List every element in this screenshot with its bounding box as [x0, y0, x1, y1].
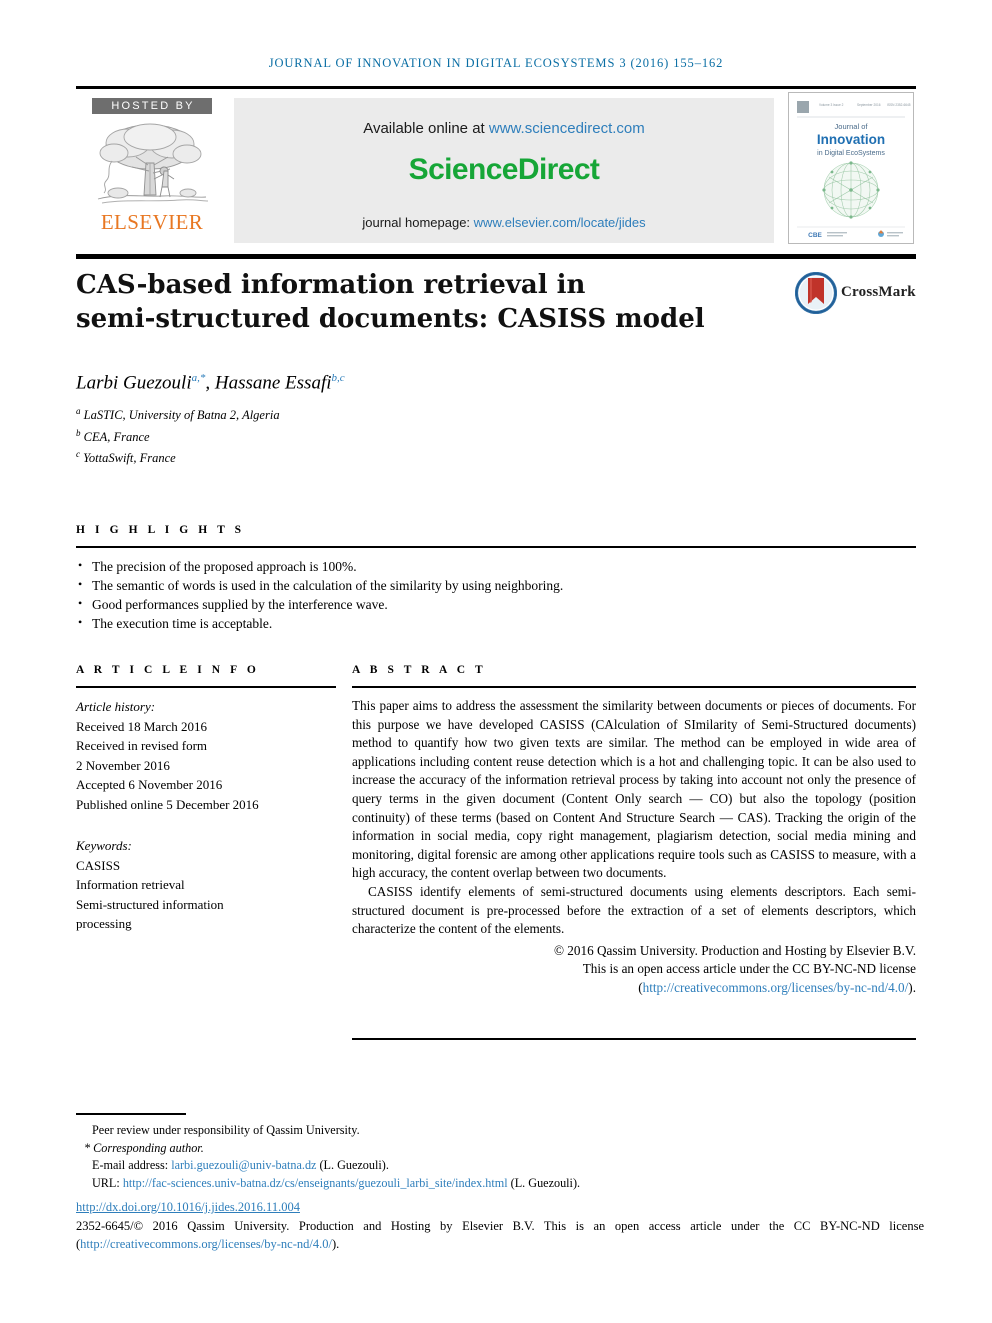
url-suffix: (L. Guezouli).	[507, 1175, 581, 1190]
sciencedirect-banner: Available online at www.sciencedirect.co…	[234, 98, 774, 243]
crossmark-label: CrossMark	[841, 284, 916, 300]
paper-page: JOURNAL OF INNOVATION IN DIGITAL ECOSYST…	[0, 0, 992, 1323]
highlights-heading: H I G H L I G H T S	[76, 524, 245, 536]
page-title: CAS-based information retrieval in semi-…	[76, 268, 716, 336]
url-note: URL: http://fac-sciences.univ-batna.dz/c…	[76, 1175, 876, 1193]
doi-link[interactable]: http://dx.doi.org/10.1016/j.jides.2016.1…	[76, 1200, 300, 1215]
footnote-rule	[76, 1113, 186, 1115]
abstract-bottom-rule	[352, 1038, 916, 1040]
history-item: Published online 5 December 2016	[76, 796, 259, 812]
footer-cc-link[interactable]: http://creativecommons.org/licenses/by-n…	[80, 1237, 332, 1251]
history-item: Accepted 6 November 2016	[76, 777, 223, 792]
list-item: The semantic of words is used in the cal…	[76, 575, 916, 595]
highlights-section: H I G H L I G H T S The precision of the…	[76, 524, 916, 633]
corresponding-author-note: * Corresponding author.	[84, 1140, 204, 1155]
list-item: The execution time is acceptable.	[76, 613, 916, 633]
keyword-item: CASISS	[76, 857, 121, 873]
history-item: 2 November 2016	[76, 757, 170, 773]
elsevier-logo-block: HOSTED BY ELSEVIER	[86, 98, 218, 244]
copyright-line: © 2016 Qassim University. Production and…	[553, 942, 916, 958]
svg-text:Journal of: Journal of	[835, 122, 869, 131]
article-history-block: Article history: Received 18 March 2016 …	[76, 697, 336, 814]
masthead-bottom-rule	[76, 254, 916, 259]
journal-homepage-label: journal homepage:	[362, 215, 474, 230]
highlights-rule	[76, 546, 916, 548]
author-url-link[interactable]: http://fac-sciences.univ-batna.dz/cs/ens…	[123, 1176, 508, 1190]
article-info-section: A R T I C L E I N F O Article history: R…	[76, 664, 336, 934]
footnotes: Peer review under responsibility of Qass…	[76, 1122, 876, 1192]
keyword-item: processing	[76, 916, 132, 931]
svg-text:Innovation: Innovation	[817, 132, 885, 147]
cc-license-link[interactable]: http://creativecommons.org/licenses/by-n…	[643, 980, 909, 995]
journal-cover-thumbnail[interactable]: Volume 3 Issue 2 September 2016 ISSN 235…	[788, 92, 914, 244]
affiliation-item: a LaSTIC, University of Batna 2, Algeria	[76, 403, 716, 425]
affiliation-marker: b	[76, 427, 81, 438]
history-item: Received in revised form	[76, 738, 208, 753]
email-note: E-mail address: larbi.guezouli@univ-batn…	[76, 1157, 876, 1175]
journal-homepage-link[interactable]: www.elsevier.com/locate/jides	[474, 215, 646, 230]
svg-text:September 2016: September 2016	[857, 103, 881, 107]
highlights-list: The precision of the proposed approach i…	[76, 556, 916, 633]
footer-license: 2352-6645/© 2016 Qassim University. Prod…	[76, 1218, 924, 1253]
crossmark-badge[interactable]: CrossMark	[794, 271, 925, 318]
affiliation-marker: c	[76, 449, 80, 460]
keywords-block: Keywords: CASISS Information retrieval S…	[76, 836, 336, 934]
license-suffix: ).	[331, 1236, 340, 1251]
masthead: HOSTED BY ELSEVIER Available online at w…	[76, 92, 916, 244]
affiliation-list: a LaSTIC, University of Batna 2, Algeria…	[76, 403, 716, 468]
title-line-2: semi-structured documents: CASISS model	[76, 304, 705, 334]
article-info-rule	[76, 686, 336, 688]
abstract-paragraph: CASISS identify elements of semi-structu…	[352, 883, 916, 937]
email-label: E-mail address:	[92, 1158, 172, 1172]
elsevier-tree-icon	[92, 117, 212, 212]
affiliation-text: CEA, France	[83, 429, 150, 444]
crossmark-icon	[794, 271, 838, 315]
affiliation-marker: a	[76, 406, 81, 416]
svg-text:in Digital EcoSystems: in Digital EcoSystems	[817, 150, 885, 157]
svg-text:ISSN 2352-6645: ISSN 2352-6645	[887, 103, 911, 107]
abstract-body: This paper aims to address the assessmen…	[352, 697, 916, 939]
license-link-line: (http://creativecommons.org/licenses/by-…	[352, 979, 916, 998]
abstract-copyright: © 2016 Qassim University. Production and…	[352, 942, 916, 998]
journal-homepage-line: journal homepage: www.elsevier.com/locat…	[234, 215, 774, 230]
title-line-1: CAS-based information retrieval in	[76, 270, 586, 300]
running-head: JOURNAL OF INNOVATION IN DIGITAL ECOSYST…	[268, 56, 724, 70]
paren-close: ).	[908, 979, 916, 995]
available-online-label: Available online at	[363, 120, 489, 137]
header-rule	[76, 86, 916, 89]
sciencedirect-wordmark: ScienceDirect	[408, 153, 600, 186]
abstract-paragraph: This paper aims to address the assessmen…	[352, 698, 916, 881]
license-line: This is an open access article under the…	[582, 961, 916, 977]
abstract-rule	[352, 686, 916, 688]
svg-text:Volume 3 Issue 2: Volume 3 Issue 2	[819, 103, 844, 107]
affiliation-text: LaSTIC, University of Batna 2, Algeria	[83, 408, 280, 423]
affiliation-item: b CEA, France	[76, 425, 716, 447]
affiliation-item: c YottaSwift, France	[76, 446, 716, 468]
hosted-by-badge: HOSTED BY	[92, 98, 212, 114]
email-link[interactable]: larbi.guezouli@univ-batna.dz	[171, 1158, 316, 1172]
peer-review-note: Peer review under responsibility of Qass…	[92, 1123, 360, 1137]
affiliation-text: YottaSwift, France	[83, 451, 176, 466]
list-item: Good performances supplied by the interf…	[76, 594, 916, 614]
elsevier-wordmark: ELSEVIER	[100, 210, 204, 234]
abstract-heading: A B S T R A C T	[352, 664, 487, 676]
sciencedirect-link[interactable]: www.sciencedirect.com	[489, 120, 645, 137]
article-info-heading: A R T I C L E I N F O	[76, 664, 260, 676]
url-label: URL:	[92, 1175, 123, 1190]
keyword-item: Semi-structured information	[76, 896, 224, 912]
history-item: Received 18 March 2016	[76, 718, 208, 734]
available-online-line: Available online at www.sciencedirect.co…	[234, 120, 774, 137]
article-history-label: Article history:	[76, 699, 156, 714]
keywords-label: Keywords:	[76, 838, 132, 853]
svg-text:CBE: CBE	[808, 232, 822, 239]
email-suffix: (L. Guezouli).	[316, 1158, 389, 1172]
abstract-section: A B S T R A C T This paper aims to addre…	[352, 664, 916, 998]
keyword-item: Information retrieval	[76, 877, 185, 892]
list-item: The precision of the proposed approach i…	[76, 556, 916, 576]
author-list: Larbi Guezoulia,*, Hassane Essafib,c	[76, 372, 345, 394]
